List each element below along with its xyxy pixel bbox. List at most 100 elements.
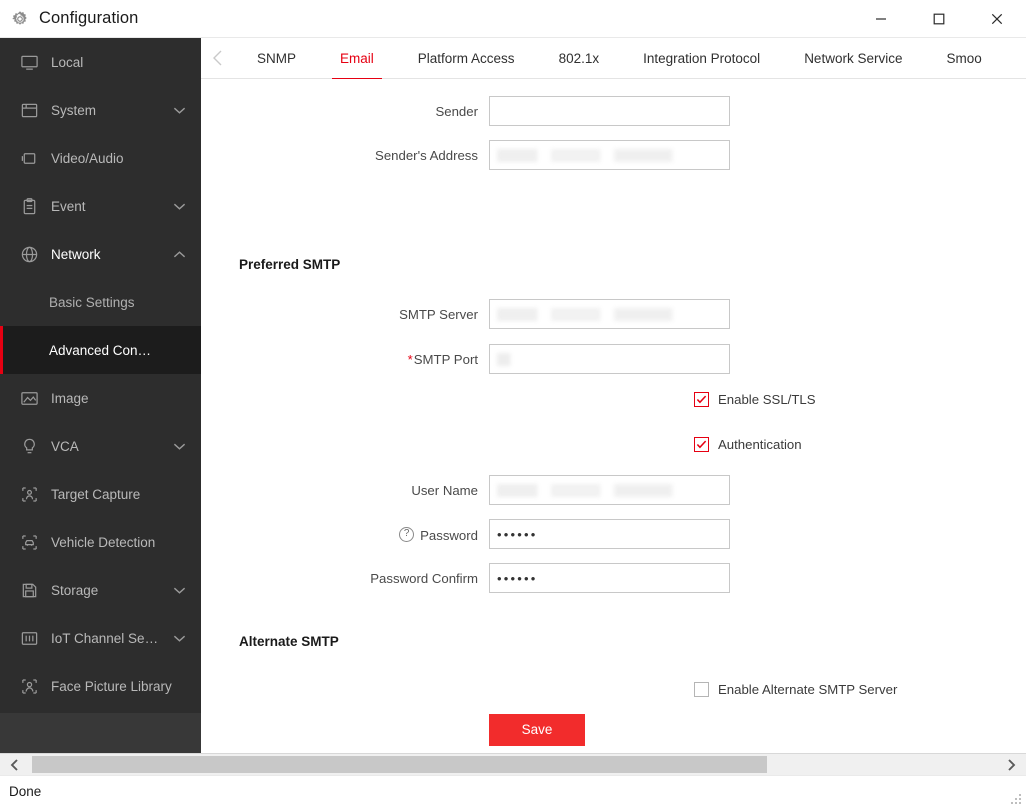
password-confirm-label: Password Confirm [239, 571, 489, 586]
tab-802-1x[interactable]: 802.1x [537, 38, 622, 79]
smtp-port-input[interactable] [489, 344, 730, 374]
face-capture-icon [20, 677, 39, 696]
smtp-server-label: SMTP Server [239, 307, 489, 322]
globe-icon [20, 245, 39, 264]
monitor-icon [18, 51, 40, 73]
chevron-down-icon[interactable] [169, 634, 189, 643]
close-button[interactable] [968, 0, 1026, 38]
configuration-window: Configuration LocalSystemVideo/AudioEven… [0, 0, 1026, 807]
video-icon [20, 149, 39, 168]
clipboard-icon [20, 197, 39, 216]
tab-snmp[interactable]: SNMP [235, 38, 318, 79]
floppy-icon [18, 579, 40, 601]
window-controls [852, 0, 1026, 38]
chevron-down-icon[interactable] [169, 106, 189, 115]
field-row-password-confirm: Password Confirm •••••• [239, 563, 730, 593]
car-capture-icon [18, 531, 40, 553]
sidebar-item-vehicle-detection[interactable]: Vehicle Detection [0, 518, 201, 566]
horizontal-scrollbar[interactable] [0, 753, 1026, 775]
sidebar-nav: LocalSystemVideo/AudioEvent Network Basic … [0, 38, 201, 753]
sidebar-item-basic-settings[interactable]: Basic Settings [0, 278, 201, 326]
user-name-input[interactable] [489, 475, 730, 505]
sidebar-item-label: Image [51, 391, 201, 406]
enable-ssl-label: Enable SSL/TLS [718, 392, 816, 407]
maximize-icon [933, 13, 945, 25]
authentication-checkbox-row[interactable]: Authentication [694, 437, 802, 452]
enable-alternate-smtp-checkbox[interactable] [694, 682, 709, 697]
close-icon [991, 13, 1003, 25]
globe-icon [18, 243, 40, 265]
password-label: ? Password [239, 525, 489, 543]
bulb-icon [18, 435, 40, 457]
car-capture-icon [20, 533, 39, 552]
sidebar-item-label: Network [51, 247, 169, 262]
sidebar-item-label: IoT Channel Se… [51, 631, 169, 646]
password-confirm-masked-value: •••••• [497, 571, 538, 586]
sidebar-item-network[interactable]: Network [0, 230, 201, 278]
sender-input[interactable] [489, 96, 730, 126]
status-bar: Done [0, 775, 1026, 807]
smtp-server-input[interactable] [489, 299, 730, 329]
enable-alternate-smtp-label: Enable Alternate SMTP Server [718, 682, 897, 697]
scroll-right-arrow-icon[interactable] [996, 754, 1026, 776]
minimize-button[interactable] [852, 0, 910, 38]
sidebar-item-storage[interactable]: Storage [0, 566, 201, 614]
chevron-down-icon[interactable] [169, 442, 189, 451]
tab-integration-protocol[interactable]: Integration Protocol [621, 38, 782, 79]
sidebar-item-label: Face Picture Library [51, 679, 201, 694]
sender-label: Sender [239, 104, 489, 119]
enable-ssl-checkbox-row[interactable]: Enable SSL/TLS [694, 392, 816, 407]
password-masked-value: •••••• [497, 527, 538, 542]
password-input[interactable]: •••••• [489, 519, 730, 549]
sidebar-item-iot-channel-se[interactable]: IoT Channel Se… [0, 614, 201, 662]
sidebar-item-vca[interactable]: VCA [0, 422, 201, 470]
gear-icon [10, 9, 30, 29]
maximize-button[interactable] [910, 0, 968, 38]
sender-address-input[interactable] [489, 140, 730, 170]
chevron-down-icon[interactable] [169, 586, 189, 595]
window-icon [20, 101, 39, 120]
sidebar-item-video-audio[interactable]: Video/Audio [0, 134, 201, 182]
tab-smoo[interactable]: Smoo [924, 38, 1003, 79]
save-button[interactable]: Save [489, 714, 585, 746]
window-title: Configuration [39, 9, 138, 28]
sidebar-item-local[interactable]: Local [0, 38, 201, 86]
resize-grip[interactable] [1011, 792, 1023, 804]
authentication-checkbox[interactable] [694, 437, 709, 452]
tab-network-service[interactable]: Network Service [782, 38, 924, 79]
sidebar-footer [0, 713, 201, 753]
alternate-smtp-heading: Alternate SMTP [239, 634, 339, 649]
sidebar-item-label: Vehicle Detection [51, 535, 201, 550]
question-icon[interactable]: ? [399, 527, 414, 542]
sidebar-item-label: Basic Settings [49, 295, 201, 310]
scrollbar-thumb[interactable] [32, 756, 767, 773]
enable-alternate-smtp-checkbox-row[interactable]: Enable Alternate SMTP Server [694, 682, 897, 697]
password-confirm-input[interactable]: •••••• [489, 563, 730, 593]
person-capture-icon [18, 483, 40, 505]
scrollbar-track[interactable] [30, 754, 996, 776]
preferred-smtp-heading: Preferred SMTP [239, 257, 340, 272]
redacted-value [497, 105, 722, 118]
sidebar-item-face-picture-library[interactable]: Face Picture Library [0, 662, 201, 710]
save-bar: Save [201, 706, 1026, 753]
chevron-down-icon[interactable] [169, 202, 189, 211]
field-row-password: ? Password •••••• [239, 519, 730, 549]
enable-ssl-checkbox[interactable] [694, 392, 709, 407]
sender-address-label: Sender's Address [239, 148, 489, 163]
chevron-up-icon[interactable] [169, 250, 189, 259]
required-mark: * [408, 352, 413, 367]
sidebar-item-target-capture[interactable]: Target Capture [0, 470, 201, 518]
tab-bar: SNMPEmailPlatform Access802.1xIntegratio… [201, 38, 1026, 79]
tab-platform-access[interactable]: Platform Access [396, 38, 537, 79]
chevron-left-icon[interactable] [201, 38, 235, 78]
smtp-port-label-text: SMTP Port [414, 352, 478, 367]
smtp-port-label: *SMTP Port [239, 352, 489, 367]
sidebar-item-system[interactable]: System [0, 86, 201, 134]
sidebar-item-event[interactable]: Event [0, 182, 201, 230]
scroll-left-arrow-icon[interactable] [0, 754, 30, 776]
sidebar-item-label: Storage [51, 583, 169, 598]
sidebar-item-advanced-con[interactable]: Advanced Con… [0, 326, 201, 374]
sidebar-item-label: Target Capture [51, 487, 201, 502]
tab-email[interactable]: Email [318, 38, 396, 79]
sidebar-item-image[interactable]: Image [0, 374, 201, 422]
